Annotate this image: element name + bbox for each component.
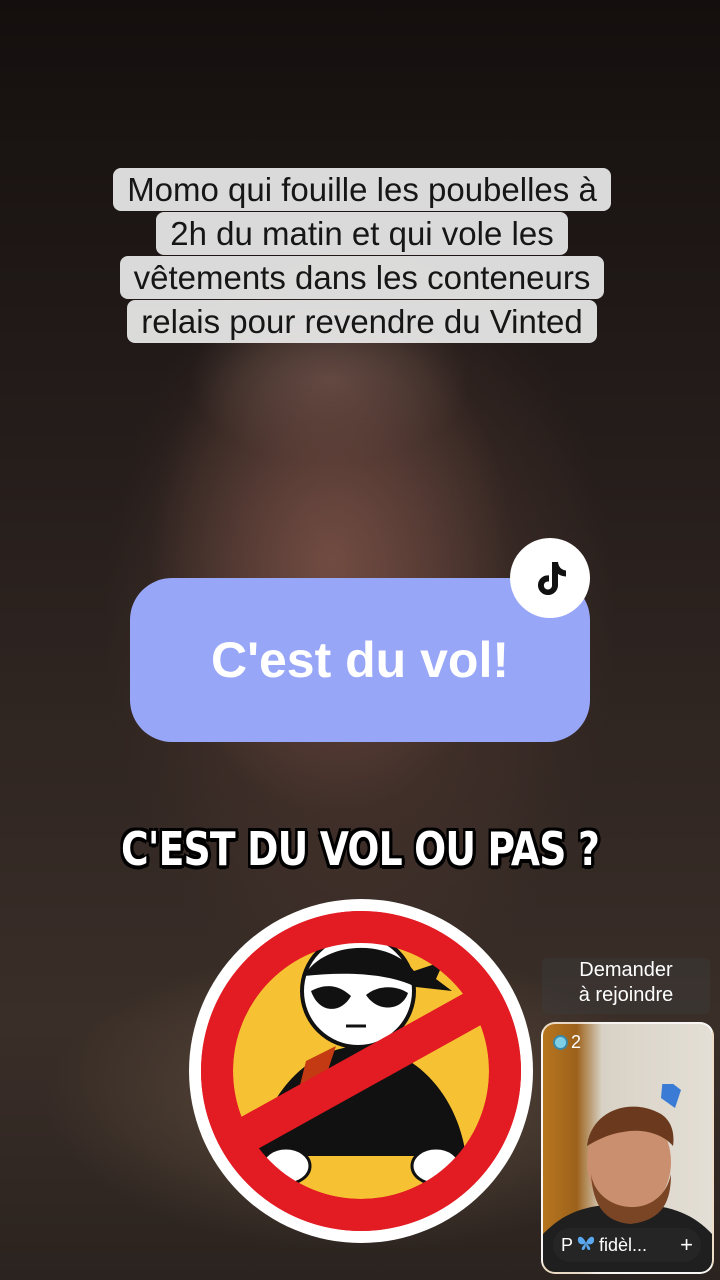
tiktok-logo-icon [510, 538, 590, 618]
reaction-text: C'est du vol! [210, 632, 510, 688]
viewer-count-value: 2 [571, 1032, 582, 1052]
no-thief-sign-icon [186, 896, 536, 1246]
plus-icon[interactable]: + [680, 1232, 693, 1258]
guest-tag[interactable]: P fidèl... + [553, 1228, 701, 1262]
guest-video-window[interactable]: 2 P fidèl... + [541, 1022, 714, 1274]
caption-line: 2h du matin et qui vole les [156, 212, 568, 255]
tag-prefix: P [561, 1234, 574, 1255]
caption-line: Momo qui fouille les poubelles à [113, 168, 611, 211]
join-label-line1: Demander [579, 959, 673, 981]
caption-line: relais pour revendre du Vinted [127, 300, 597, 343]
request-to-join-button[interactable]: Demander à rejoindre [542, 958, 710, 1014]
join-label-line2: à rejoindre [578, 984, 674, 1006]
tag-text: fidèl... [599, 1234, 648, 1255]
headline: C'EST DU VOL OU PAS ? [120, 822, 600, 876]
viewer-dot-icon [553, 1035, 568, 1050]
viewer-count: 2 [553, 1032, 581, 1053]
butterfly-icon [577, 1235, 595, 1256]
caption-line: vêtements dans les conteneurs [119, 256, 605, 299]
video-caption: Momo qui fouille les poubelles à 2h du m… [76, 168, 648, 344]
